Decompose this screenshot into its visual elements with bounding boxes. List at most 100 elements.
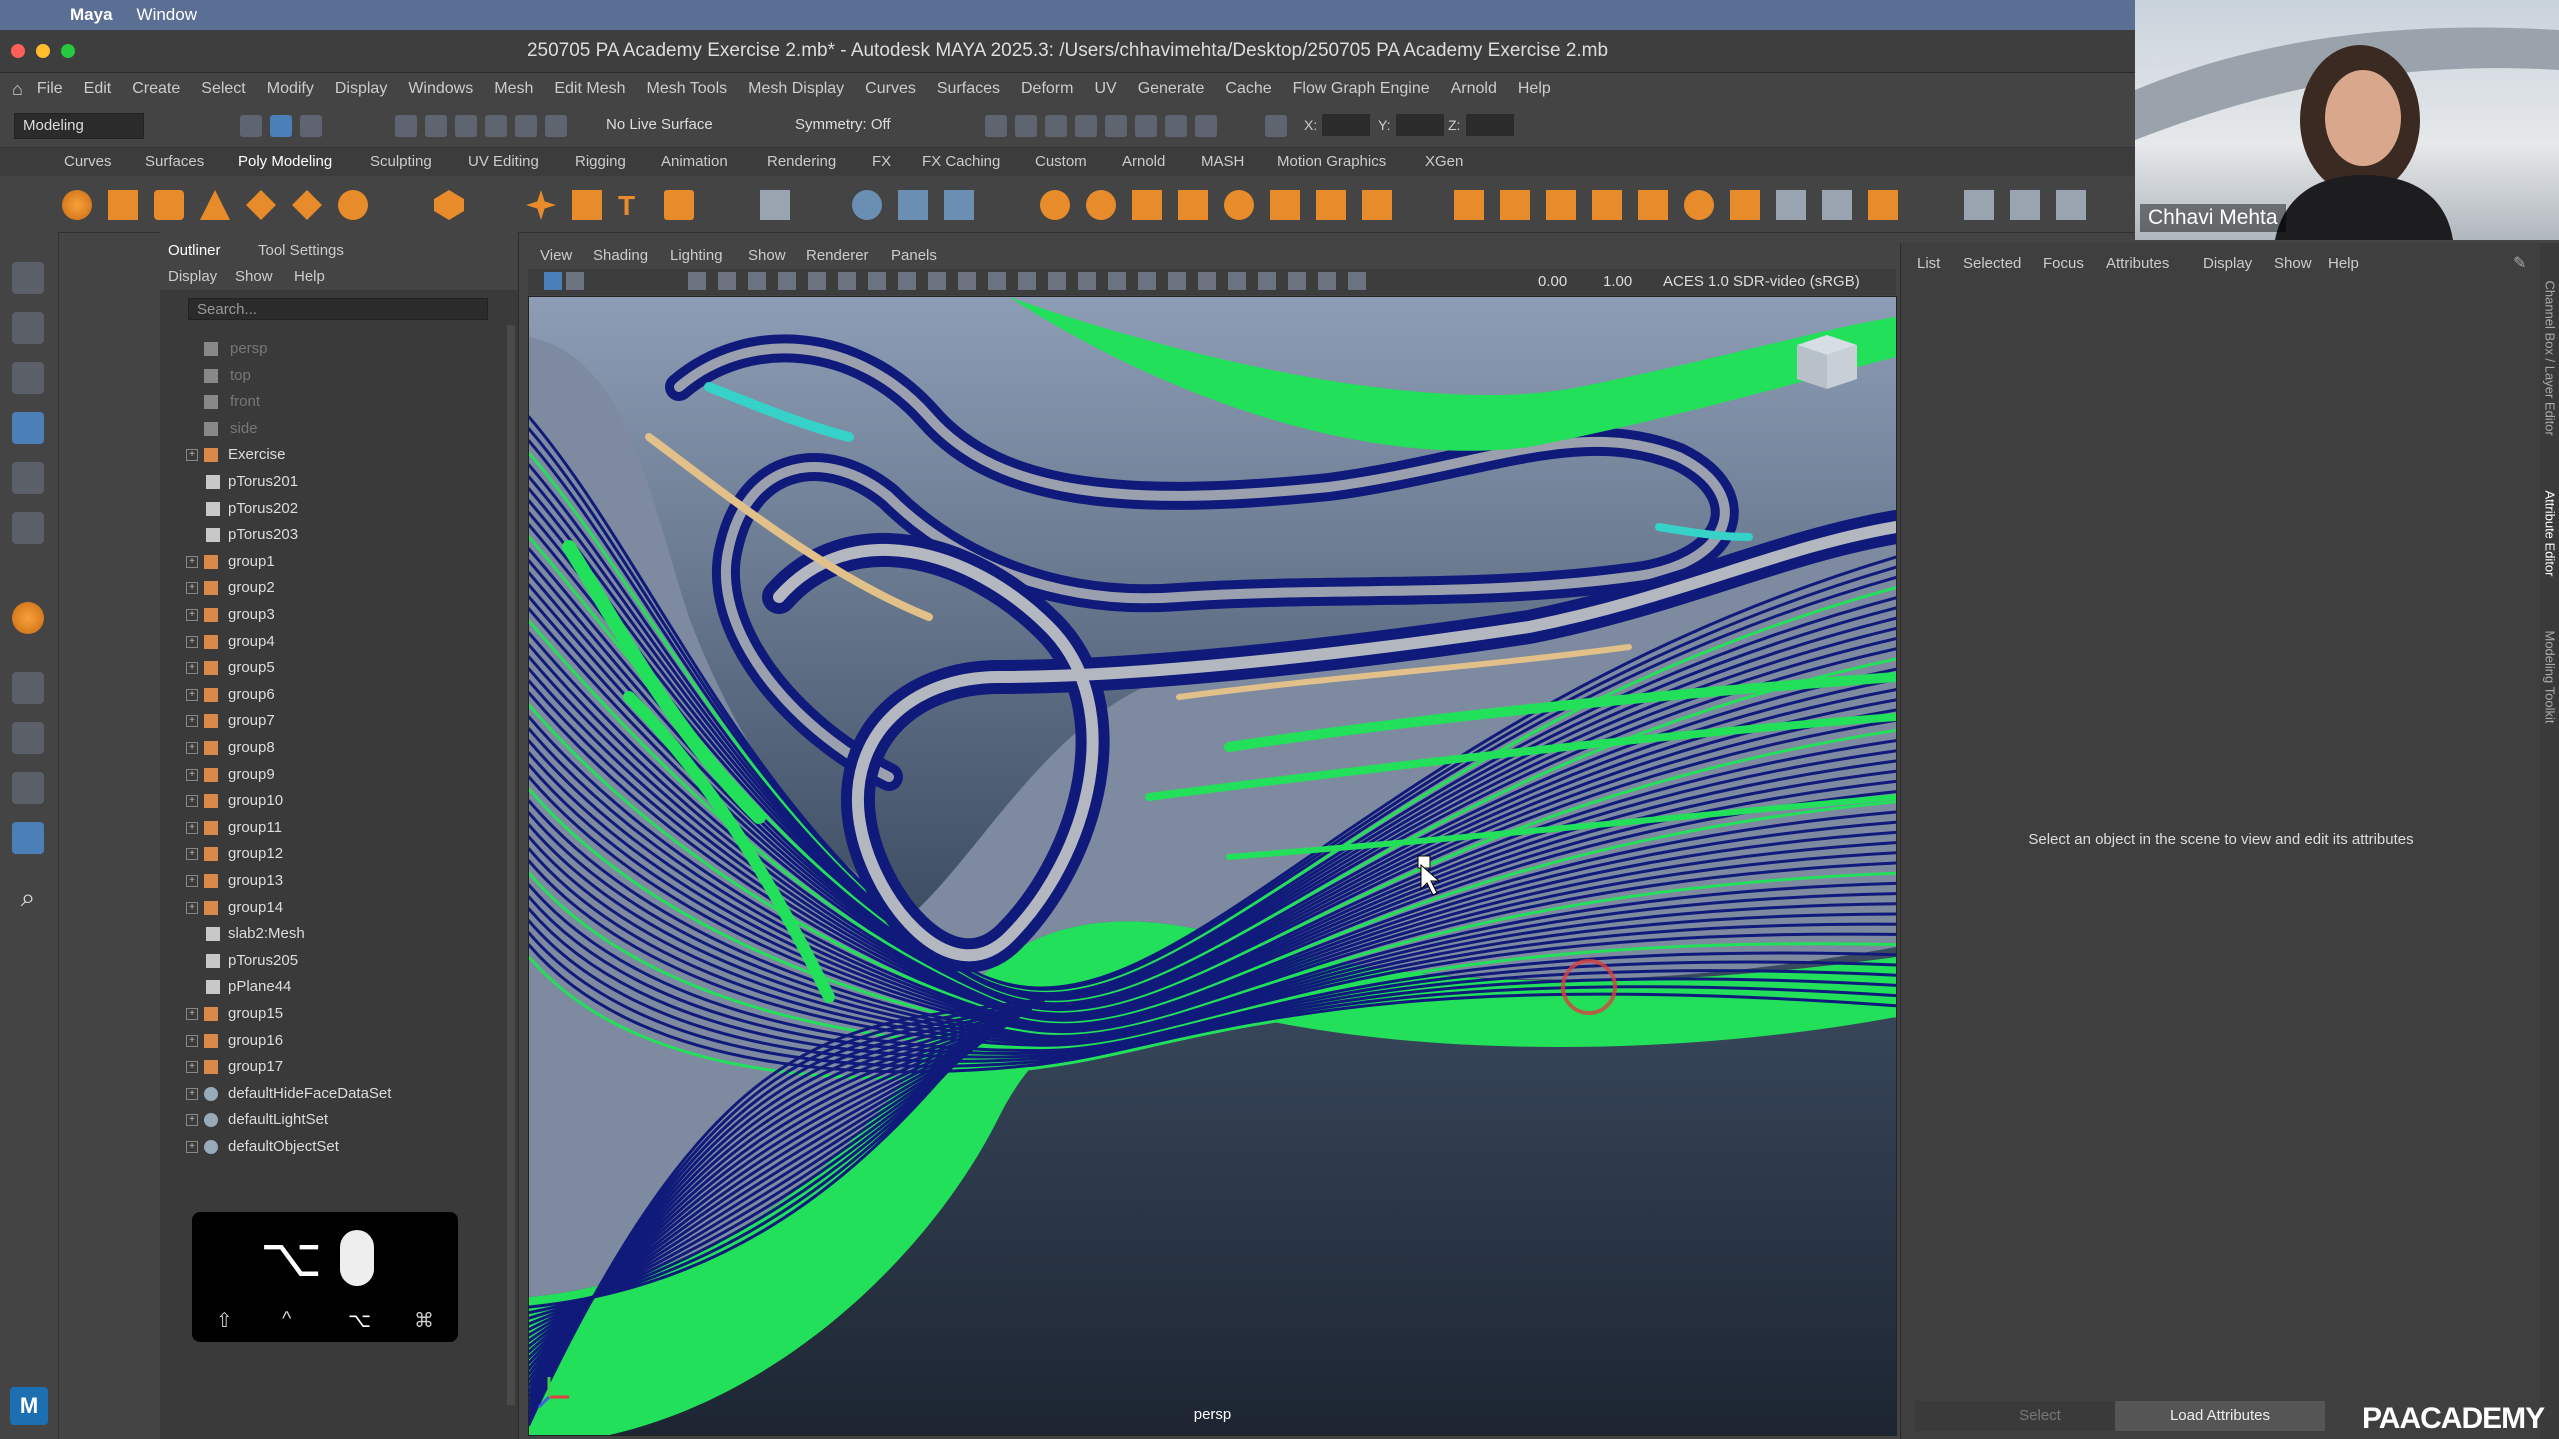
lasso-tool-icon[interactable] [12, 312, 44, 344]
outliner-item-ptorus205[interactable]: pTorus205 [160, 948, 500, 974]
outliner-item-group17[interactable]: + group17 [160, 1054, 500, 1080]
ae-menu-show[interactable]: Show [2274, 255, 2312, 272]
svg-icon[interactable] [664, 190, 694, 220]
outliner-item-front[interactable]: front [160, 389, 500, 415]
outliner-item-group11[interactable]: + group11 [160, 815, 500, 841]
side-tab-channel-box[interactable]: Channel Box / Layer Editor [2543, 281, 2558, 436]
paint-select-tool-icon[interactable] [12, 362, 44, 394]
mac-menu-window[interactable]: Window [137, 5, 197, 25]
outliner-item-group9[interactable]: + group9 [160, 762, 500, 788]
shelf-tab-fx-caching[interactable]: FX Caching [922, 153, 1000, 170]
expand-icon[interactable]: + [186, 821, 198, 834]
shelf-tab-motion-graphics[interactable]: Motion Graphics [1277, 153, 1386, 170]
outliner-scrollbar[interactable] [507, 325, 515, 1405]
ae-menu-focus[interactable]: Focus [2043, 255, 2084, 272]
render-settings-icon[interactable] [1075, 115, 1097, 137]
shelf-tab-curves[interactable]: Curves [64, 153, 112, 170]
expand-icon[interactable]: + [186, 1087, 198, 1100]
merge-icon[interactable] [1316, 190, 1346, 220]
live-surface-label[interactable]: No Live Surface [606, 116, 713, 133]
shelf-tab-arnold[interactable]: Arnold [1122, 153, 1165, 170]
menu-create[interactable]: Create [132, 80, 180, 98]
combine-icon[interactable] [760, 190, 790, 220]
view-cube[interactable] [1797, 335, 1857, 389]
outliner-layout-icon[interactable] [12, 822, 44, 854]
ae-menu-display[interactable]: Display [2203, 255, 2252, 272]
mirror-icon[interactable] [1454, 190, 1484, 220]
ae-menu-selected[interactable]: Selected [1963, 255, 2021, 272]
uv-editor-icon[interactable] [1964, 190, 1994, 220]
expand-icon[interactable]: + [186, 555, 198, 568]
menu-help[interactable]: Help [1518, 80, 1551, 98]
snap-point-icon[interactable] [455, 115, 477, 137]
ae-menu-attributes[interactable]: Attributes [2106, 255, 2169, 272]
last-tool-icon[interactable] [12, 602, 44, 634]
ae-menu-help[interactable]: Help [2328, 255, 2359, 272]
outliner-item-group15[interactable]: + group15 [160, 1001, 500, 1027]
color-space-label[interactable]: ACES 1.0 SDR-video (sRGB) [1663, 273, 1860, 290]
menu-mesh-tools[interactable]: Mesh Tools [647, 80, 728, 98]
expand-icon[interactable]: + [186, 1034, 198, 1047]
circularize-icon[interactable] [1684, 190, 1714, 220]
shelf-tab-xgen[interactable]: XGen [1425, 153, 1463, 170]
expand-icon[interactable]: + [186, 848, 198, 861]
outliner-menu-help[interactable]: Help [294, 268, 325, 285]
expand-icon[interactable]: + [186, 449, 198, 462]
light-editor-icon[interactable] [1165, 115, 1187, 137]
pin-icon[interactable]: ✎ [2513, 253, 2526, 273]
shelf-tab-rigging[interactable]: Rigging [575, 153, 626, 170]
smooth-icon[interactable] [898, 190, 928, 220]
wedge-icon[interactable] [1776, 190, 1806, 220]
shelf-tab-sculpting[interactable]: Sculpting [370, 153, 432, 170]
expand-icon[interactable]: + [186, 635, 198, 648]
menu-generate[interactable]: Generate [1138, 80, 1205, 98]
outliner-item-group7[interactable]: + group7 [160, 708, 500, 734]
snap-grid-icon[interactable] [395, 115, 417, 137]
menu-display[interactable]: Display [335, 80, 387, 98]
persp-outliner-layout-icon[interactable] [12, 772, 44, 804]
viewport-icon-strip[interactable] [688, 272, 1368, 290]
sweep-mesh-icon[interactable] [572, 190, 602, 220]
bevel-icon[interactable] [1086, 190, 1116, 220]
target-weld-icon[interactable] [1270, 190, 1300, 220]
outliner-item-ptorus203[interactable]: pTorus203 [160, 522, 500, 548]
outliner-item-group2[interactable]: + group2 [160, 575, 500, 601]
side-tab-attribute-editor[interactable]: Attribute Editor [2543, 491, 2558, 591]
render-sequence-icon[interactable] [1015, 115, 1037, 137]
y-field[interactable] [1396, 114, 1444, 136]
outliner-item-group1[interactable]: + group1 [160, 549, 500, 575]
expand-icon[interactable]: + [186, 768, 198, 781]
pause-render-icon[interactable] [1195, 115, 1217, 137]
expand-icon[interactable]: + [186, 582, 198, 595]
outliner-item-exercise[interactable]: + Exercise [160, 442, 500, 468]
outliner-item-group12[interactable]: + group12 [160, 841, 500, 867]
scale-tool-icon[interactable] [12, 512, 44, 544]
uv-unfold-icon[interactable] [2056, 190, 2086, 220]
poly-cube-icon[interactable] [108, 190, 138, 220]
shelf-tab-poly-modeling[interactable]: Poly Modeling [238, 153, 332, 170]
outliner-item-group14[interactable]: + group14 [160, 895, 500, 921]
expand-icon[interactable]: + [186, 795, 198, 808]
poly-cone-icon[interactable] [200, 190, 230, 220]
fill-hole-icon[interactable] [1546, 190, 1576, 220]
outliner-item-ptorus201[interactable]: pTorus201 [160, 469, 500, 495]
snap-view-icon[interactable] [485, 115, 507, 137]
x-field[interactable] [1322, 114, 1370, 136]
rotate-tool-icon[interactable] [12, 462, 44, 494]
menu-deform[interactable]: Deform [1021, 80, 1073, 98]
vp-menu-show[interactable]: Show [748, 247, 786, 264]
shelf-tab-custom[interactable]: Custom [1035, 153, 1087, 170]
outliner-item-top[interactable]: top [160, 363, 500, 389]
select-object-icon[interactable] [270, 115, 292, 137]
menu-edit-mesh[interactable]: Edit Mesh [554, 80, 625, 98]
crease-icon[interactable] [1868, 190, 1898, 220]
outliner-menu-show[interactable]: Show [235, 268, 273, 285]
poly-torus-icon[interactable] [246, 190, 276, 220]
snap-surface-icon[interactable] [515, 115, 537, 137]
select-hierarchy-icon[interactable] [240, 115, 262, 137]
outliner-item-group8[interactable]: + group8 [160, 735, 500, 761]
shelf-tab-uv-editing[interactable]: UV Editing [468, 153, 539, 170]
menu-modify[interactable]: Modify [267, 80, 314, 98]
expand-icon[interactable]: + [186, 662, 198, 675]
snap-live-icon[interactable] [545, 115, 567, 137]
